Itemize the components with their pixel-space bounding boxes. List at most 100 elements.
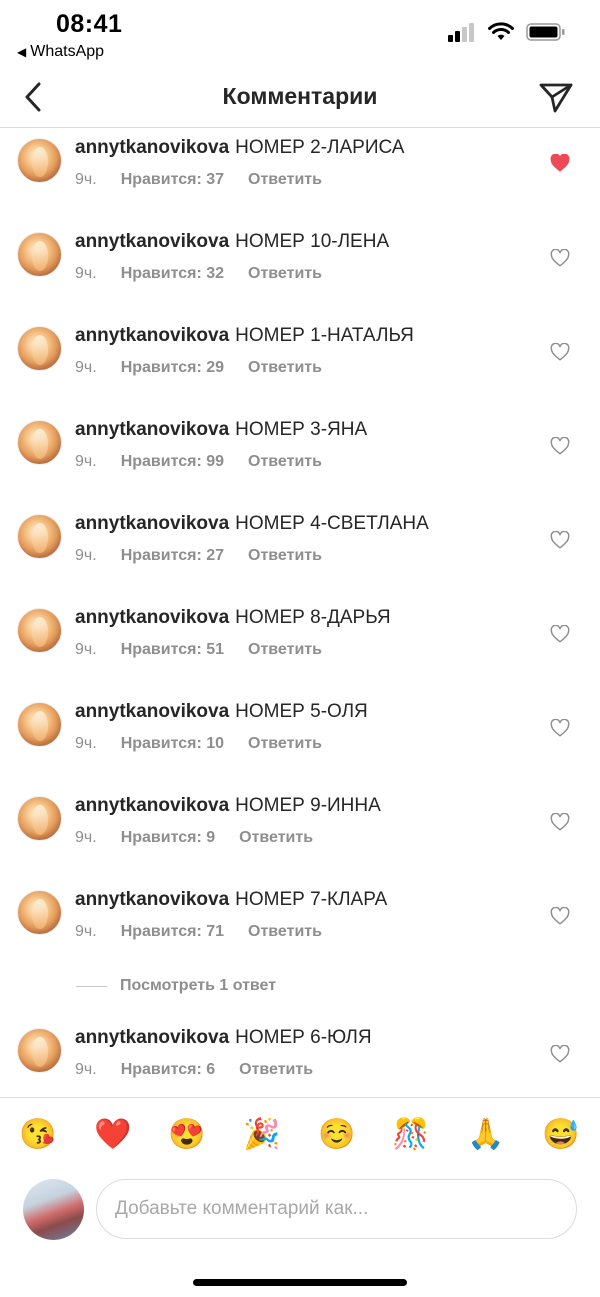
status-icons bbox=[448, 22, 566, 42]
emoji-button[interactable]: ☺️ bbox=[318, 1116, 356, 1154]
heart-icon[interactable] bbox=[550, 437, 570, 455]
page-title: Комментарии bbox=[222, 83, 378, 109]
reply-button[interactable]: Ответить bbox=[248, 641, 322, 658]
comment-likes[interactable]: Нравится: 9 bbox=[121, 829, 215, 846]
comment-text: annytkanovikova НОМЕР 10-ЛЕНА bbox=[75, 231, 389, 253]
comment-body: НОМЕР 10-ЛЕНА bbox=[235, 231, 390, 252]
comment-row: annytkanovikova НОМЕР 4-СВЕТЛАНА 9ч. Нрави… bbox=[0, 504, 600, 598]
emoji-button[interactable]: 😍 bbox=[168, 1116, 206, 1154]
comment-time: 9ч. bbox=[75, 265, 97, 282]
share-send-icon[interactable] bbox=[538, 80, 574, 114]
comment-text: annytkanovikova НОМЕР 3-ЯНА bbox=[75, 419, 367, 441]
comment-username[interactable]: annytkanovikova bbox=[75, 1027, 229, 1048]
commenter-avatar[interactable] bbox=[17, 796, 62, 841]
comment-likes[interactable]: Нравится: 99 bbox=[121, 453, 224, 470]
reply-button[interactable]: Ответить bbox=[239, 829, 313, 846]
emoji-button[interactable]: 😅 bbox=[542, 1116, 580, 1154]
liked-heart-icon[interactable] bbox=[550, 154, 570, 172]
heart-icon[interactable] bbox=[550, 625, 570, 643]
view-replies[interactable]: Посмотреть 1 ответ bbox=[0, 974, 600, 1018]
comment-text: annytkanovikova НОМЕР 6-ЮЛЯ bbox=[75, 1027, 372, 1049]
comment-text: annytkanovikova НОМЕР 1-НАТАЛЬЯ bbox=[75, 325, 414, 347]
comment-likes[interactable]: Нравится: 32 bbox=[121, 265, 224, 282]
comment-likes[interactable]: Нравится: 71 bbox=[121, 923, 224, 940]
commenter-avatar[interactable] bbox=[17, 890, 62, 935]
comment-meta: 9ч. Нравится: 71 Ответить bbox=[75, 923, 322, 941]
back-to-app-link[interactable]: ◀ WhatsApp bbox=[17, 43, 104, 61]
comment-username[interactable]: annytkanovikova bbox=[75, 325, 229, 346]
comment-username[interactable]: annytkanovikova bbox=[75, 231, 229, 252]
heart-icon[interactable] bbox=[550, 531, 570, 549]
comment-likes[interactable]: Нравится: 27 bbox=[121, 547, 224, 564]
view-replies-label[interactable]: Посмотреть 1 ответ bbox=[120, 977, 276, 995]
comment-username[interactable]: annytkanovikova bbox=[75, 607, 229, 628]
comment-time: 9ч. bbox=[75, 1061, 97, 1078]
reply-button[interactable]: Ответить bbox=[248, 735, 322, 752]
comment-username[interactable]: annytkanovikova bbox=[75, 795, 229, 816]
comment-time: 9ч. bbox=[75, 735, 97, 752]
emoji-quick-bar: 😘 ❤️ 😍 🎉 ☺️ 🎊 🙏 😅 bbox=[0, 1097, 600, 1173]
commenter-avatar[interactable] bbox=[17, 1028, 62, 1073]
reply-button[interactable]: Ответить bbox=[248, 453, 322, 470]
commenter-avatar[interactable] bbox=[17, 326, 62, 371]
comment-username[interactable]: annytkanovikova bbox=[75, 889, 229, 910]
reply-button[interactable]: Ответить bbox=[248, 359, 322, 376]
comment-meta: 9ч. Нравится: 37 Ответить bbox=[75, 171, 322, 189]
commenter-avatar[interactable] bbox=[17, 702, 62, 747]
heart-icon[interactable] bbox=[550, 719, 570, 737]
heart-icon[interactable] bbox=[550, 907, 570, 925]
comment-likes[interactable]: Нравится: 51 bbox=[121, 641, 224, 658]
comment-row: annytkanovikova НОМЕР 9-ИННА 9ч. Нравится:… bbox=[0, 786, 600, 880]
reply-button[interactable]: Ответить bbox=[248, 923, 322, 940]
heart-icon[interactable] bbox=[550, 343, 570, 361]
reply-button[interactable]: Ответить bbox=[248, 265, 322, 282]
comment-time: 9ч. bbox=[75, 829, 97, 846]
comment-row: annytkanovikova НОМЕР 8-ДАРЬЯ 9ч. Нравится… bbox=[0, 598, 600, 692]
emoji-button[interactable]: 🙏 bbox=[467, 1116, 505, 1154]
status-time: 08:41 bbox=[56, 10, 123, 38]
comment-body: НОМЕР 1-НАТАЛЬЯ bbox=[235, 325, 414, 346]
comment-meta: 9ч. Нравится: 32 Ответить bbox=[75, 265, 322, 283]
comment-likes[interactable]: Нравится: 29 bbox=[121, 359, 224, 376]
back-app-label: WhatsApp bbox=[30, 43, 105, 60]
reply-button[interactable]: Ответить bbox=[239, 1061, 313, 1078]
commenter-avatar[interactable] bbox=[17, 514, 62, 559]
commenter-avatar[interactable] bbox=[17, 232, 62, 277]
comment-composer bbox=[0, 1173, 600, 1253]
status-bar: 08:41 ◀ WhatsApp bbox=[0, 0, 600, 66]
commenter-avatar[interactable] bbox=[17, 138, 62, 183]
comment-row: annytkanovikova НОМЕР 3-ЯНА 9ч. Нравится: … bbox=[0, 410, 600, 504]
emoji-button[interactable]: ❤️ bbox=[94, 1116, 132, 1154]
comment-time: 9ч. bbox=[75, 171, 97, 188]
wifi-icon bbox=[488, 22, 514, 40]
comment-likes[interactable]: Нравится: 37 bbox=[121, 171, 224, 188]
comment-likes[interactable]: Нравится: 6 bbox=[121, 1061, 215, 1078]
commenter-avatar[interactable] bbox=[17, 608, 62, 653]
comment-body: НОМЕР 2-ЛАРИСА bbox=[235, 137, 405, 158]
reply-button[interactable]: Ответить bbox=[248, 171, 322, 188]
emoji-button[interactable]: 🎉 bbox=[243, 1116, 281, 1154]
signal-icon bbox=[448, 23, 474, 42]
comment-username[interactable]: annytkanovikova bbox=[75, 513, 229, 534]
comment-body: НОМЕР 8-ДАРЬЯ bbox=[235, 607, 391, 628]
comment-input[interactable] bbox=[96, 1179, 577, 1239]
emoji-button[interactable]: 😘 bbox=[19, 1116, 57, 1154]
reply-button[interactable]: Ответить bbox=[248, 547, 322, 564]
comment-username[interactable]: annytkanovikova bbox=[75, 419, 229, 440]
comment-text: annytkanovikova НОМЕР 5-ОЛЯ bbox=[75, 701, 368, 723]
heart-icon[interactable] bbox=[550, 813, 570, 831]
comment-text: annytkanovikova НОМЕР 2-ЛАРИСА bbox=[75, 137, 404, 159]
comment-meta: 9ч. Нравится: 99 Ответить bbox=[75, 453, 322, 471]
comment-row: annytkanovikova НОМЕР 1-НАТАЛЬЯ 9ч. Нравит… bbox=[0, 316, 600, 410]
replies-divider bbox=[76, 986, 107, 987]
comment-username[interactable]: annytkanovikova bbox=[75, 137, 229, 158]
comment-likes[interactable]: Нравится: 10 bbox=[121, 735, 224, 752]
comment-text: annytkanovikova НОМЕР 7-КЛАРА bbox=[75, 889, 387, 911]
heart-icon[interactable] bbox=[550, 249, 570, 267]
comment-username[interactable]: annytkanovikova bbox=[75, 701, 229, 722]
heart-icon[interactable] bbox=[550, 1045, 570, 1063]
comment-time: 9ч. bbox=[75, 923, 97, 940]
commenter-avatar[interactable] bbox=[17, 420, 62, 465]
emoji-button[interactable]: 🎊 bbox=[392, 1116, 430, 1154]
my-avatar bbox=[23, 1179, 84, 1240]
